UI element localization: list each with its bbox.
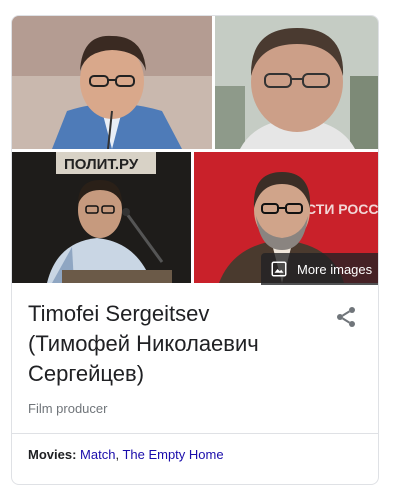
share-button[interactable] (334, 305, 358, 329)
entity-subtitle: Film producer (28, 401, 108, 416)
more-images-button[interactable]: More images (261, 253, 378, 285)
photo-polit-ru-lecture[interactable]: ПОЛИТ.РУ (12, 152, 191, 283)
entity-title-line-3: Сергейцев) (28, 361, 145, 386)
image-gallery-icon (270, 260, 288, 278)
movie-link-match[interactable]: Match (80, 447, 115, 462)
movies-row: Movies: Match, The Empty Home (28, 446, 224, 464)
section-divider (12, 433, 378, 434)
movies-label: Movies: (28, 447, 77, 462)
entity-title-line-1: Timofei Sergeitsev (28, 301, 210, 326)
photo-portrait-closeup-art (215, 16, 378, 149)
photo-press-conference[interactable] (12, 16, 212, 149)
entity-title: Timofei Sergeitsev (Тимофей Николаевич С… (28, 299, 328, 389)
more-images-label: More images (297, 261, 373, 277)
share-icon (337, 307, 355, 327)
photo-press-conference-art (12, 16, 212, 149)
photo-polit-ru-lecture-art: ПОЛИТ.РУ (12, 152, 191, 283)
entity-title-line-2: (Тимофей Николаевич (28, 331, 259, 356)
photo-backdrop-text: СТИ РОССИ (306, 201, 379, 217)
photo-portrait-closeup[interactable] (215, 16, 378, 149)
movie-link-the-empty-home[interactable]: The Empty Home (122, 447, 223, 462)
photo-sign-text: ПОЛИТ.РУ (64, 156, 139, 173)
knowledge-panel-card: ПОЛИТ.РУ СТИ РОССИ (11, 15, 379, 485)
